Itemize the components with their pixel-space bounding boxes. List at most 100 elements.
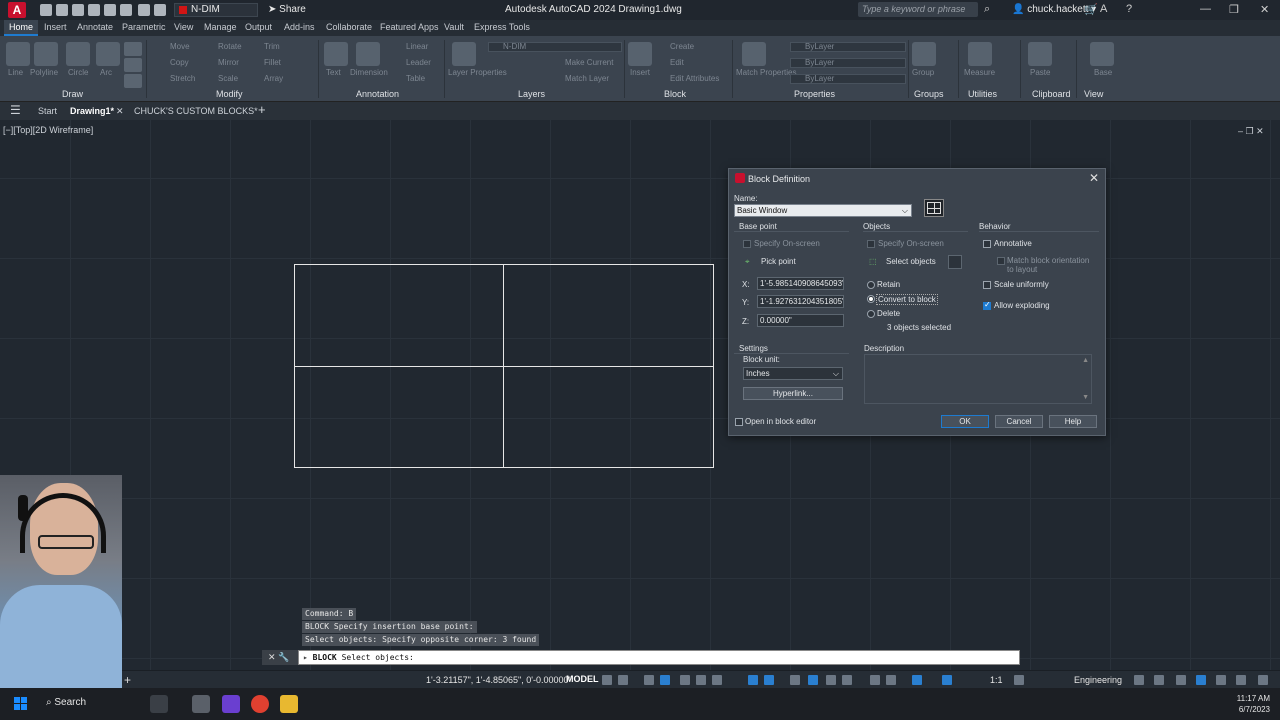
add-layout-icon[interactable]: + [124,673,131,687]
doc-tab-custom-blocks[interactable]: CHUCK'S CUSTOM BLOCKS* [134,106,258,116]
scale-uniformly-checkbox[interactable] [983,281,991,289]
window-horizontal-mullion[interactable] [294,366,714,367]
viewport-window-controls[interactable]: – ❐ ✕ [1238,126,1264,137]
tab-insert[interactable]: Insert [44,22,67,32]
x-input[interactable]: 1'-5.985140908645093" [757,277,844,290]
selection-cycling-icon[interactable] [790,675,800,685]
block-edit-attributes[interactable]: Edit Attributes [670,74,719,83]
taskbar-search[interactable]: ⌕ Search [46,697,86,708]
unit-chevron-icon[interactable]: ⌵ [833,368,839,379]
gizmo-icon[interactable] [870,675,880,685]
delete-radio[interactable] [867,310,875,318]
scroll-down-icon[interactable]: ▼ [1082,394,1089,401]
restore-icon[interactable]: ❐ [1229,3,1239,16]
annot-leader[interactable]: Leader [406,58,431,67]
command-line-input[interactable]: ▸ BLOCK Select objects: [298,650,1020,665]
linetype-dropdown[interactable]: ByLayer [790,58,906,68]
minimize-icon[interactable]: — [1200,3,1211,15]
isodraft-icon[interactable] [680,675,690,685]
dimension-icon[interactable] [356,42,380,66]
layers-match-layer[interactable]: Match Layer [565,74,609,83]
cursor-coordinates[interactable]: 1'-3.21157", 1'-4.85065", 0'-0.00000" [426,675,572,685]
new-tab-icon[interactable]: + [258,102,266,117]
panel-draw-label[interactable]: Draw [62,89,83,99]
match-orientation-checkbox[interactable] [997,257,1005,265]
hatch-icon[interactable] [124,58,142,72]
base-specify-onscreen-checkbox[interactable] [743,240,751,248]
search-input[interactable]: Type a keyword or phrase [858,2,978,17]
circle-icon[interactable] [66,42,90,66]
modify-copy[interactable]: Copy [170,58,189,67]
name-dropdown-chevron-icon[interactable]: ⌵ [902,205,908,216]
panel-clipboard-label[interactable]: Clipboard [1032,89,1071,99]
ribbon-layer-dropdown[interactable]: N-DIM [488,42,622,52]
tab-manage[interactable]: Manage [204,22,237,32]
task-view-icon[interactable] [192,695,210,713]
region-icon[interactable] [124,74,142,88]
taskbar-clock[interactable]: 11:17 AM 6/7/2023 [1237,693,1270,715]
modify-trim[interactable]: Trim [264,42,280,51]
layer-dropdown[interactable]: N-DIM [174,3,258,17]
insert-block-icon[interactable] [628,42,652,66]
units-icon[interactable] [1134,675,1144,685]
modify-scale[interactable]: Scale [218,74,238,83]
autodesk-a-icon[interactable]: A [1100,3,1107,15]
chrome-icon[interactable] [251,695,269,713]
undo-icon[interactable] [138,4,150,16]
line-icon[interactable] [6,42,30,66]
close-icon[interactable]: ✕ [1260,3,1269,16]
panel-modify-label[interactable]: Modify [216,89,243,99]
lineweight-dropdown[interactable]: ByLayer [790,74,906,84]
panel-properties-label[interactable]: Properties [794,89,835,99]
workspace-value[interactable]: Engineering [1074,675,1122,685]
annot-linear[interactable]: Linear [406,42,428,51]
dialog-close-icon[interactable]: ✕ [1089,171,1099,185]
clean-screen-icon[interactable] [1236,675,1246,685]
transparency-icon[interactable] [764,675,774,685]
panel-utilities-label[interactable]: Utilities [968,89,997,99]
tab-output[interactable]: Output [245,22,272,32]
quick-properties-icon[interactable] [1154,675,1164,685]
dynamic-ucs-icon[interactable] [826,675,836,685]
annotation-visibility-icon[interactable] [886,675,896,685]
description-textarea[interactable]: ▲ ▼ [864,354,1092,404]
cancel-button[interactable]: Cancel [995,415,1043,428]
save-icon[interactable] [72,4,84,16]
layers-make-current[interactable]: Make Current [565,58,613,67]
block-edit[interactable]: Edit [670,58,684,67]
open-web-icon[interactable] [104,4,116,16]
text-icon[interactable] [324,42,348,66]
select-objects-button[interactable]: Select objects [886,257,936,266]
tab-view[interactable]: View [174,22,193,32]
convert-to-block-radio[interactable] [867,295,875,303]
block-create[interactable]: Create [670,42,694,51]
block-unit-select[interactable]: Inches ⌵ [743,367,843,380]
command-dropdown-icon[interactable]: ▸ [303,653,308,662]
tab-annotate[interactable]: Annotate [77,22,113,32]
save-as-icon[interactable] [88,4,100,16]
paste-icon[interactable] [1028,42,1052,66]
3d-osnap-icon[interactable] [808,675,818,685]
arc-icon[interactable] [96,42,120,66]
quick-select-icon[interactable] [948,255,962,269]
tab-home[interactable]: Home [4,20,39,36]
doc-tab-drawing1[interactable]: Drawing1* [70,106,114,116]
redo-icon[interactable] [154,4,166,16]
viewport-controls[interactable]: [−][Top][2D Wireframe] [3,125,93,135]
z-input[interactable]: 0.00000" [757,314,844,327]
modify-array[interactable]: Array [264,74,283,83]
hyperlink-button[interactable]: Hyperlink... [743,387,843,400]
menu-icon[interactable]: ☰ [10,103,21,117]
search-icon[interactable]: ⌕ [984,3,990,16]
allow-exploding-checkbox[interactable] [983,300,991,310]
help-button[interactable]: Help [1049,415,1097,428]
tab-express-tools[interactable]: Express Tools [474,22,530,32]
group-icon[interactable] [912,42,936,66]
object-snap-icon[interactable] [712,675,722,685]
panel-layers-label[interactable]: Layers [518,89,545,99]
grid-icon[interactable] [602,675,612,685]
doc-tab-close-icon[interactable]: ✕ [116,106,124,117]
command-close-icon[interactable]: ✕ [268,652,276,662]
modify-fillet[interactable]: Fillet [264,58,281,67]
panel-view-label[interactable]: View [1084,89,1103,99]
